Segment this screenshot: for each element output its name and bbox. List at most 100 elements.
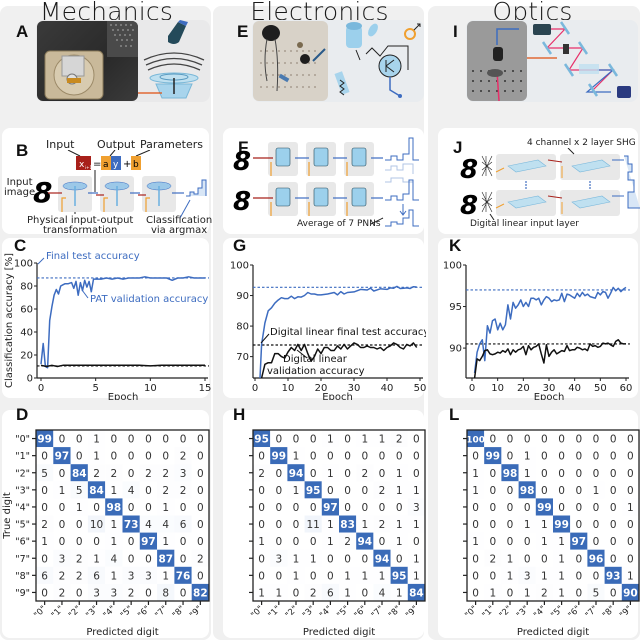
heatmap-cell-value: 0 <box>610 485 617 497</box>
annotation-line: Digital linear final test accuracy <box>270 327 426 338</box>
col-label: "8" <box>387 604 403 620</box>
heatmap-cell-value: 0 <box>111 434 118 446</box>
panel-label-a: A <box>16 22 29 41</box>
heatmap-cell-value: 0 <box>558 485 565 497</box>
heatmap-cell-value: 96 <box>589 553 604 565</box>
heatmap-cell-value: 0 <box>145 485 152 497</box>
heatmap-cell-value: 0 <box>541 468 548 480</box>
heatmap-cell-value: 1 <box>162 502 169 514</box>
x-tick-label: 5 <box>92 383 98 394</box>
heatmap-cell-value: 0 <box>575 553 582 565</box>
heatmap-cell-value: 97 <box>571 536 586 548</box>
heatmap-cell-value: 0 <box>344 451 351 463</box>
heatmap-cell-value: 0 <box>76 536 83 548</box>
heatmap-cell-value: 1 <box>489 587 496 599</box>
col-label: "7" <box>584 604 600 620</box>
heatmap-cell-value: 2 <box>76 553 83 565</box>
grating-icon <box>563 44 569 54</box>
row-label: "2" <box>15 468 30 479</box>
heatmap-h: 95 0 0 0 1 0 1 1 2 00 99 1 0 0 0 0 0 0 02 0 94 0 1 0 2 0 1 00 0 1 95 0 0… <box>249 429 426 638</box>
heatmap-cell-value: 1 <box>413 553 420 565</box>
b-classification-text: Classification via argmax <box>146 215 213 236</box>
series-line-digital-linear-validation-accuracy <box>473 339 626 379</box>
heatmap-cell-value: 0 <box>344 434 351 446</box>
speaker-magnet <box>61 55 85 77</box>
heatmap-cell-value: 1 <box>344 587 351 599</box>
heatmap-cell-value: 95 <box>254 434 269 446</box>
heatmap-cell-value: 1 <box>93 553 100 565</box>
heatmap-cell-value: 1 <box>327 536 334 548</box>
heatmap-cell-value: 94 <box>289 468 304 480</box>
row-label: "6" <box>15 537 30 548</box>
heatmap-cell-value: 6 <box>327 587 334 599</box>
heatmap-cell-value: 0 <box>327 485 334 497</box>
panel-label-e: E <box>237 22 249 41</box>
heatmap-cell-value: 1 <box>111 536 118 548</box>
heatmap-cell-value: 1 <box>162 536 169 548</box>
col-label: "0" <box>463 604 479 620</box>
heatmap-cell-value: 3 <box>93 587 100 599</box>
crystal-mount <box>487 69 503 77</box>
heatmap-cell-value: 1 <box>472 536 479 548</box>
heatmap-cell-value: 2 <box>379 485 386 497</box>
col-label: "9" <box>188 604 204 620</box>
heatmap-cell-value: 94 <box>357 536 372 548</box>
heatmap-cell-value: 1 <box>558 536 565 548</box>
col-label: "6" <box>136 604 152 620</box>
heatmap-cell-value: 1 <box>111 570 118 582</box>
j-schematic: 8 8 <box>460 148 640 220</box>
heatmap-cell-value: 1 <box>396 536 403 548</box>
lens-mount-icon <box>493 47 503 61</box>
panel-label-i: I <box>453 22 458 41</box>
heatmap-cell-value: 0 <box>361 451 368 463</box>
heatmap-cell-value: 0 <box>593 434 600 446</box>
transistor-photo-icon <box>300 54 310 64</box>
heatmap-cell-value: 0 <box>472 519 479 531</box>
heatmap-cell-value: 0 <box>327 570 334 582</box>
heatmap-cell-value: 3 <box>524 570 531 582</box>
heatmap-cell-value: 0 <box>489 570 496 582</box>
heatmap-cell-value: 2 <box>76 570 83 582</box>
inductor-top <box>346 22 362 30</box>
speaker-illustration <box>138 20 205 99</box>
heatmap-cell-value: 0 <box>41 502 48 514</box>
heatmap-cell-value: 0 <box>59 519 66 531</box>
heatmap-cell-value: 0 <box>627 451 634 463</box>
heatmap-cell-value: 0 <box>59 468 66 480</box>
heatmap-cell-value: 0 <box>472 570 479 582</box>
heatmap-cell-value: 1 <box>344 570 351 582</box>
annotation-pointer <box>81 289 89 299</box>
annotation-line: Digital linear <box>283 354 348 365</box>
heatmap-cell-value: 0 <box>361 485 368 497</box>
heatmap-cell-value: 0 <box>524 502 531 514</box>
heatmap-cell-value: 2 <box>180 485 187 497</box>
annotation: PAT validation accuracy <box>90 294 208 305</box>
heatmap-cell-value: 0 <box>41 485 48 497</box>
heatmap-cell-value: 0 <box>293 502 300 514</box>
heatmap-cell-value: 3 <box>145 570 152 582</box>
heatmap-cell-value: 0 <box>379 468 386 480</box>
x-tick-label: 15 <box>199 383 212 394</box>
heatmap-cell-value: 0 <box>275 434 282 446</box>
heatmap-cell-value: 1 <box>413 570 420 582</box>
heatmap-cell-value: 0 <box>575 502 582 514</box>
heatmap-cell-value: 3 <box>59 553 66 565</box>
heatmap-cell-value: 1 <box>327 468 334 480</box>
heatmap-cell-value: 0 <box>275 570 282 582</box>
y-tick-label: 95 <box>449 302 462 313</box>
col-label: "6" <box>566 604 582 620</box>
series-line-pat-validation-accuracy <box>40 276 205 369</box>
heatmap-cell-value: 0 <box>197 536 204 548</box>
row-label: "1" <box>15 451 30 462</box>
heatmap-cell-value: 6 <box>180 519 187 531</box>
col-label: "9" <box>618 604 634 620</box>
col-label: "3" <box>515 604 531 620</box>
f-schematic: 8 8 <box>233 137 419 227</box>
heatmap-cell-value: 1 <box>627 570 634 582</box>
heatmap-cell-value: 0 <box>310 570 317 582</box>
heatmap-cell-value: 4 <box>145 519 152 531</box>
col-label: "8" <box>171 604 187 620</box>
heatmap-cell-value: 0 <box>541 434 548 446</box>
heatmap-cell-value: 0 <box>310 434 317 446</box>
heatmap-cell-value: 0 <box>575 587 582 599</box>
